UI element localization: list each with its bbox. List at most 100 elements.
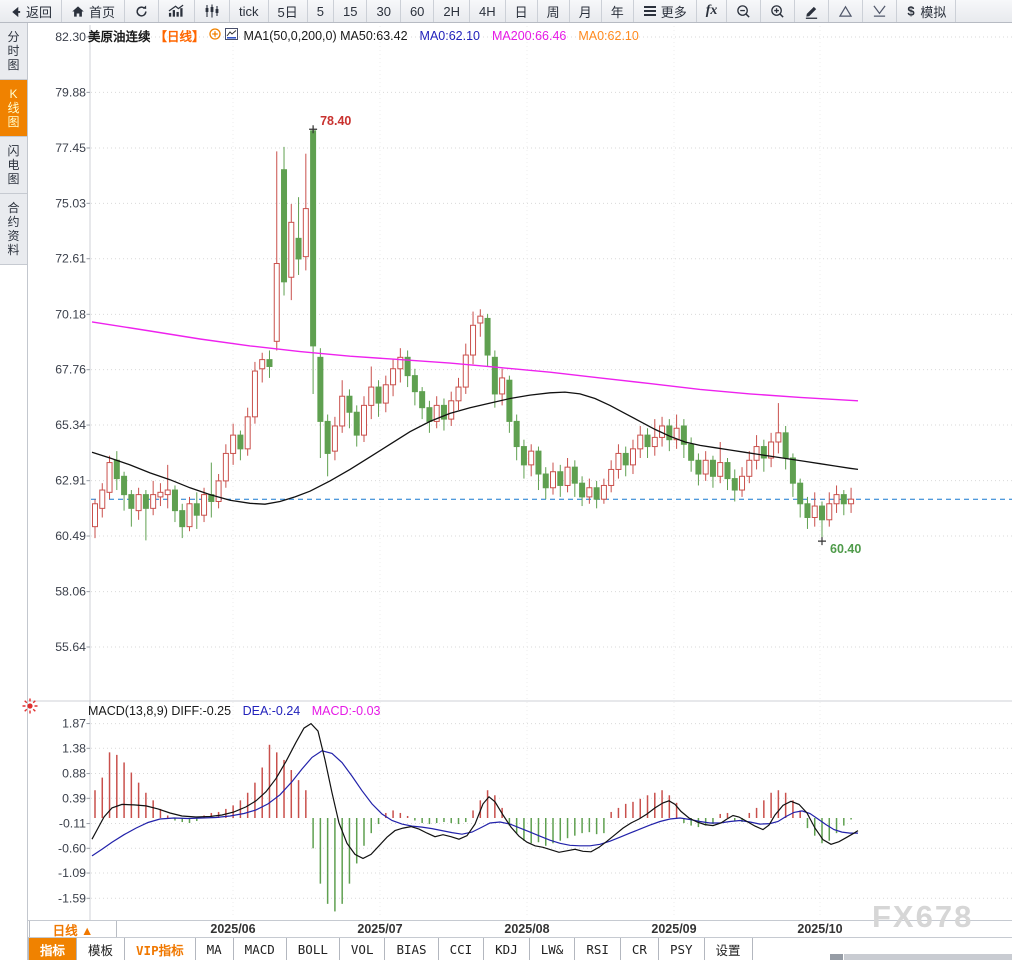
triangle-up-icon	[838, 5, 853, 18]
indicator-tab-设置[interactable]: 设置	[705, 938, 753, 960]
toolbar-button-label: 日	[515, 2, 528, 21]
svg-text:78.40: 78.40	[320, 114, 351, 128]
svg-text:1.38: 1.38	[62, 741, 86, 755]
add-indicator-icon[interactable]	[209, 28, 221, 43]
toolbar-button-more[interactable]: 更多	[634, 0, 697, 22]
toolbar-button-label: tick	[239, 4, 259, 19]
sidebar-item-char: 图	[7, 58, 19, 72]
x-axis-date-2025/06: 2025/06	[210, 922, 255, 936]
horizontal-scrollbar[interactable]	[844, 954, 1012, 960]
svg-text:79.88: 79.88	[55, 85, 86, 99]
period-tag: 【日线】	[155, 26, 205, 45]
toolbar-button-period-15[interactable]: 15	[334, 0, 367, 22]
toolbar-button-candle-chart[interactable]	[195, 0, 230, 22]
toolbar-button-period-60[interactable]: 60	[401, 0, 434, 22]
indicator-tab-LW&[interactable]: LW&	[530, 938, 576, 960]
zoom-in-icon	[770, 4, 785, 19]
svg-text:-0.60: -0.60	[58, 841, 86, 855]
toolbar-button-label: 5日	[278, 2, 298, 21]
x-axis-date-2025/09: 2025/09	[651, 922, 696, 936]
indicator-settings-icon[interactable]	[21, 697, 39, 720]
indicator-tab-KDJ[interactable]: KDJ	[484, 938, 530, 960]
indicator-tab-CR[interactable]: CR	[621, 938, 659, 960]
indicator-tab-模板[interactable]: 模板	[77, 938, 125, 960]
hamburger-icon	[643, 5, 657, 17]
svg-text:-1.59: -1.59	[58, 891, 86, 905]
toolbar-button-zoom-out[interactable]	[727, 0, 761, 22]
candle-chart-icon	[204, 4, 220, 18]
pencil-icon	[804, 4, 819, 19]
indicator-tab-指标[interactable]: 指标	[29, 938, 77, 960]
toolbar-button-refresh[interactable]	[125, 0, 159, 22]
macd-header: MACD(13,8,9) DIFF:-0.25 DEA:-0.24 MACD:-…	[88, 704, 381, 718]
scrollbar-tip[interactable]	[830, 954, 843, 960]
toolbar-button-label: 5	[317, 4, 324, 19]
toolbar-button-label: 60	[410, 4, 424, 19]
svg-text:60.40: 60.40	[830, 542, 861, 556]
sidebar-item-char: 图	[7, 115, 19, 129]
sidebar-item-char: 约	[7, 215, 19, 229]
toolbar-button-period-5d[interactable]: 5日	[269, 0, 308, 22]
ma200-value: MA200:66.46	[492, 29, 566, 43]
chart-canvas[interactable]: 82.3079.8877.4575.0372.6170.1867.7665.34…	[0, 0, 1012, 960]
toolbar-button-simulate[interactable]: $ 模拟	[897, 0, 956, 22]
toolbar-button-label: 更多	[661, 2, 687, 21]
toolbar-button-label: fx	[706, 3, 718, 19]
toolbar-button-label: 年	[611, 2, 624, 21]
toolbar-button-trend-chart[interactable]	[159, 0, 195, 22]
left-sidebar: 分时图K线图闪电图合约资料	[0, 23, 28, 960]
toolbar-button-period-month[interactable]: 月	[570, 0, 602, 22]
indicator-tab-MA[interactable]: MA	[196, 938, 234, 960]
svg-text:67.76: 67.76	[55, 363, 86, 377]
sidebar-item-1[interactable]: K线图	[0, 80, 27, 137]
indicator-tab-CCI[interactable]: CCI	[439, 938, 485, 960]
toolbar-button-label: 15	[343, 4, 357, 19]
toolbar-button-period-30[interactable]: 30	[367, 0, 400, 22]
toolbar-button-label: 模拟	[920, 2, 946, 21]
macd-gridlines: 1.871.380.880.39-0.11-0.60-1.09-1.59	[58, 717, 1012, 906]
period-dropdown-button[interactable]: 日线 ▲	[29, 921, 117, 937]
indicator-tab-PSY[interactable]: PSY	[659, 938, 705, 960]
price-annotations: 78.40 60.40	[309, 114, 861, 556]
indicator-tab-MACD[interactable]: MACD	[234, 938, 287, 960]
svg-text:65.34: 65.34	[55, 418, 86, 432]
toolbar-button-period-4h[interactable]: 4H	[470, 0, 506, 22]
main-gridlines: 82.3079.8877.4575.0372.6170.1867.7665.34…	[55, 30, 1012, 654]
toolbar-button-zoom-in[interactable]	[761, 0, 795, 22]
month-gridlines	[233, 26, 820, 918]
toolbar-button-period-2h[interactable]: 2H	[434, 0, 470, 22]
indicator-tab-BOLL[interactable]: BOLL	[287, 938, 340, 960]
toolbar-button-home[interactable]: 首页	[62, 0, 125, 22]
triangle-down-icon	[872, 4, 887, 18]
mini-chart-icon[interactable]	[225, 28, 238, 43]
toolbar-button-formula[interactable]: fx	[697, 0, 728, 22]
candles-group	[93, 126, 854, 540]
toolbar-button-triangle-down[interactable]	[863, 0, 897, 22]
indicator-tab-VIP指标[interactable]: VIP指标	[125, 938, 196, 960]
sidebar-item-2[interactable]: 闪电图	[0, 137, 27, 194]
svg-text:75.03: 75.03	[55, 196, 86, 210]
indicator-tab-BIAS[interactable]: BIAS	[385, 938, 438, 960]
toolbar-button-triangle-up[interactable]	[829, 0, 863, 22]
svg-text:$: $	[908, 4, 916, 18]
top-toolbar: 返回首页 tick 5日 5 15 30 60 2H4H 日周月年 更多 fx $ 模拟	[0, 0, 1012, 23]
toolbar-button-label: 30	[376, 4, 390, 19]
sidebar-item-char: K	[9, 87, 17, 101]
toolbar-button-period-week[interactable]: 周	[538, 0, 570, 22]
indicator-tab-RSI[interactable]: RSI	[575, 938, 621, 960]
sidebar-item-char: 合	[7, 201, 19, 215]
toolbar-button-back[interactable]: 返回	[0, 0, 62, 22]
indicator-tab-VOL[interactable]: VOL	[340, 938, 386, 960]
svg-text:77.45: 77.45	[55, 141, 86, 155]
toolbar-button-period-day[interactable]: 日	[506, 0, 538, 22]
sidebar-item-3[interactable]: 合约资料	[0, 194, 27, 265]
toolbar-button-tick[interactable]: tick	[230, 0, 269, 22]
macd-dea-value: DEA:-0.24	[243, 704, 301, 718]
home-icon	[71, 5, 85, 18]
sidebar-item-0[interactable]: 分时图	[0, 23, 27, 80]
svg-text:82.30: 82.30	[55, 30, 86, 44]
toolbar-button-draw[interactable]	[795, 0, 829, 22]
toolbar-button-period-5[interactable]: 5	[308, 0, 334, 22]
toolbar-button-period-year[interactable]: 年	[602, 0, 634, 22]
macd-dea-line	[92, 751, 858, 856]
